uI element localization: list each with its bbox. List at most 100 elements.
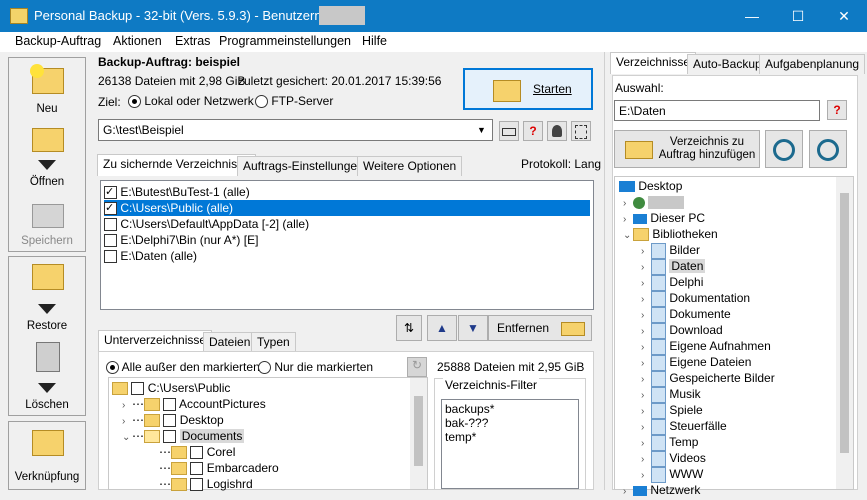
start-button[interactable]: Starten: [463, 68, 593, 110]
list-item-checkbox[interactable]: [104, 218, 117, 232]
list-item-checkbox[interactable]: [104, 200, 117, 216]
tree-item[interactable]: › Dokumente: [641, 306, 731, 323]
delete-label: Löschen: [25, 399, 69, 411]
splitter[interactable]: [604, 52, 605, 490]
tree-item[interactable]: › Bilder: [641, 242, 700, 259]
protocol-label: Protokoll: Lang: [521, 157, 602, 171]
selection-input[interactable]: E:\Daten: [614, 100, 820, 121]
link-button[interactable]: Verknüpfung: [8, 426, 86, 488]
list-item-checkbox[interactable]: [104, 234, 117, 248]
target-local-radio[interactable]: Lokal oder Netzwerk: [128, 94, 254, 109]
tree-item[interactable]: › Videos: [641, 450, 706, 467]
remove-label: Entfernen: [497, 321, 550, 335]
tree-item[interactable]: › Eigene Aufnahmen: [641, 338, 771, 355]
open-dropdown-icon[interactable]: [38, 160, 56, 170]
tab-files[interactable]: Dateien: [203, 332, 257, 352]
list-item[interactable]: C:\Users\Default\AppData [-2] (alle): [104, 216, 309, 232]
tab-auto-backup[interactable]: Auto-Backup: [687, 54, 768, 74]
close-button[interactable]: ✕: [821, 0, 867, 32]
list-item[interactable]: C:\Users\Public (alle): [104, 200, 590, 216]
tab-directories[interactable]: Zu sichernde Verzeichnisse: [97, 154, 256, 176]
tree-item[interactable]: ⌄ ⋯ Documents: [122, 428, 245, 446]
list-item[interactable]: E:\Daten (alle): [104, 248, 197, 264]
target-ftp-radio[interactable]: FTP-Server: [255, 94, 333, 109]
selection-label: Auswahl:: [615, 81, 664, 95]
remove-icon: [561, 322, 585, 336]
library-icon: [651, 258, 666, 275]
radio-only-marked[interactable]: Nur die markierten: [258, 360, 373, 375]
tab-more-options[interactable]: Weitere Optionen: [357, 156, 463, 176]
move-up-button[interactable]: ▲: [427, 315, 457, 341]
tree-item[interactable]: Desktop: [619, 178, 682, 194]
list-item-checkbox[interactable]: [104, 250, 117, 264]
tree-item[interactable]: › Daten: [641, 258, 706, 275]
chevron-down-icon[interactable]: ⌄: [623, 228, 633, 244]
sort-button[interactable]: ⇅: [396, 315, 422, 341]
start-icon: [493, 80, 521, 102]
radio-all-except[interactable]: Alle außer den markierten: [106, 360, 260, 375]
list-item-checkbox[interactable]: [104, 184, 117, 200]
tab-job-settings[interactable]: Auftrags-Einstellungen: [237, 156, 370, 176]
restore-dropdown-icon[interactable]: [38, 304, 56, 314]
username-redacted: [319, 6, 365, 25]
restore-button[interactable]: Restore: [8, 262, 86, 334]
selection-help-button[interactable]: ?: [827, 100, 847, 120]
refresh-button[interactable]: ↻: [407, 357, 427, 377]
tree-item[interactable]: › ⋯ Desktop: [122, 412, 224, 428]
tree-item[interactable]: › Dokumentation: [641, 290, 750, 307]
help-button[interactable]: ?: [523, 121, 543, 141]
tab-aufgabenplanung[interactable]: Aufgabenplanung: [759, 54, 866, 74]
user-button[interactable]: [547, 121, 567, 141]
tree-item[interactable]: ⌄ Bibliotheken: [623, 226, 718, 242]
save-button[interactable]: Speichern: [8, 200, 86, 250]
maximize-button[interactable]: ☐: [775, 0, 821, 32]
search-folder-button[interactable]: [765, 130, 803, 168]
menu-aktionen[interactable]: Aktionen: [113, 34, 162, 48]
target-label: Ziel:: [98, 95, 121, 109]
tree-item[interactable]: › Eigene Dateien: [641, 354, 751, 371]
open-button[interactable]: Öffnen: [8, 124, 86, 190]
tab-verzeichnisse[interactable]: Verzeichnisse: [610, 52, 697, 74]
tree-item[interactable]: › Musik: [641, 386, 701, 403]
add-directory-button[interactable]: Verzeichnis zu Auftrag hinzufügen: [614, 130, 760, 168]
tree-item[interactable]: ›: [623, 194, 685, 210]
tree-item[interactable]: ⋯ Embarcadero: [159, 460, 279, 476]
tree-item[interactable]: › Spiele: [641, 402, 703, 419]
settings-button[interactable]: [571, 121, 591, 141]
menu-backup-auftrag[interactable]: Backup-Auftrag: [15, 34, 101, 48]
tree-item[interactable]: › Netzwerk: [623, 482, 700, 498]
tree-item[interactable]: C:\Users\Public: [112, 380, 230, 396]
drive-button[interactable]: [499, 121, 519, 141]
folder-tree-scrollbar[interactable]: [836, 177, 853, 489]
list-item[interactable]: E:\Delphi7\Bin (nur A*) [E]: [104, 232, 258, 248]
delete-button[interactable]: Löschen: [8, 340, 86, 414]
subtree-scrollbar[interactable]: [410, 378, 427, 489]
target-path-input[interactable]: G:\test\Beispiel: [98, 119, 493, 141]
remove-button[interactable]: Entfernen: [488, 315, 592, 341]
tree-item[interactable]: › Delphi: [641, 274, 703, 291]
menu-programmeinstellungen[interactable]: Programmeinstellungen: [219, 34, 351, 48]
tree-item[interactable]: › ⋯ AccountPictures: [122, 396, 266, 412]
search-job-icon: [817, 139, 839, 161]
tree-item[interactable]: ⋯ Corel: [159, 444, 235, 460]
move-down-button[interactable]: ▼: [458, 315, 488, 341]
tree-item[interactable]: › Steuerfälle: [641, 418, 727, 435]
list-item[interactable]: E:\Butest\BuTest-1 (alle): [104, 184, 250, 200]
tree-item[interactable]: › Temp: [641, 434, 698, 451]
tree-item[interactable]: › Gespeicherte Bilder: [641, 370, 775, 387]
tree-item[interactable]: › Download: [641, 322, 723, 339]
path-dropdown-icon[interactable]: ▼: [477, 125, 486, 135]
arrow-down-icon: ▼: [467, 321, 479, 335]
tab-subdirectories[interactable]: Unterverzeichnisse: [98, 330, 213, 352]
minimize-button[interactable]: —: [729, 0, 775, 32]
chevron-down-icon[interactable]: ⌄: [122, 430, 132, 446]
tab-types[interactable]: Typen: [251, 332, 296, 352]
search-job-button[interactable]: [809, 130, 847, 168]
menu-extras[interactable]: Extras: [175, 34, 210, 48]
menu-hilfe[interactable]: Hilfe: [362, 34, 387, 48]
tree-item[interactable]: › WWW: [641, 466, 703, 483]
new-button[interactable]: Neu: [8, 60, 86, 120]
directory-filter-input[interactable]: backups* bak-??? temp*: [441, 399, 579, 489]
tree-item[interactable]: › Dieser PC: [623, 210, 705, 226]
delete-dropdown-icon[interactable]: [38, 383, 56, 393]
